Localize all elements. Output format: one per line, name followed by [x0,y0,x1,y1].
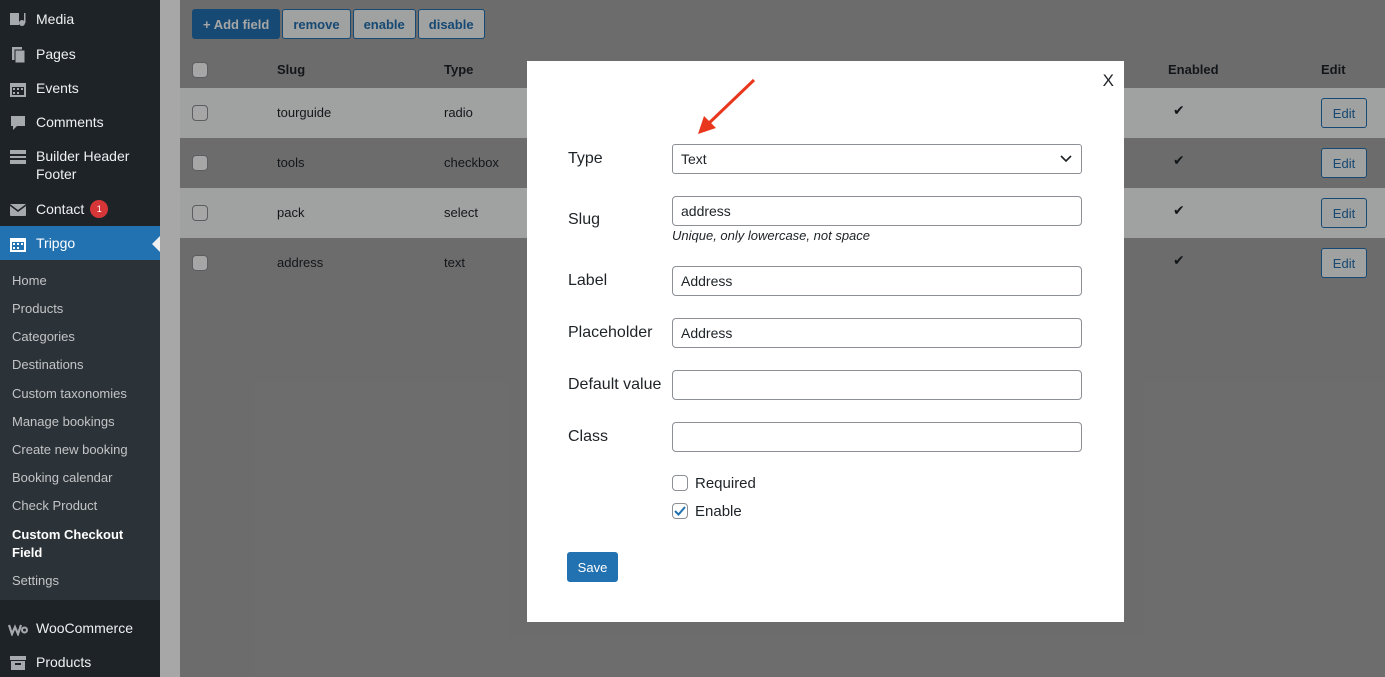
submenu-item-create-new-booking[interactable]: Create new booking [12,441,128,459]
calendar-icon [8,234,28,254]
slug-hint: Unique, only lowercase, not space [672,228,871,243]
submenu-item-booking-calendar[interactable]: Booking calendar [12,469,112,487]
sidebar-item-products[interactable]: Products [0,653,160,673]
save-button[interactable]: Save [567,552,618,582]
calendar-icon [8,79,28,99]
sidebar-item-pages[interactable]: Pages [0,45,160,65]
placeholder-input[interactable] [672,318,1082,348]
sidebar-item-woocommerce[interactable]: WooCommerce [0,619,160,639]
label-input[interactable] [672,266,1082,296]
archive-icon [8,653,28,673]
sidebar-item-media[interactable]: Media [0,10,160,30]
default-value-label: Default value [568,376,662,393]
pages-icon [8,45,28,65]
submenu-item-check-product[interactable]: Check Product [12,497,97,515]
edit-field-modal: X Type Text Slug Unique, only lowercase,… [527,61,1124,622]
default-value-input[interactable] [672,370,1082,400]
type-select-value: Text [681,151,707,167]
mail-icon [8,200,28,220]
submenu-item-categories[interactable]: Categories [12,328,75,346]
label-label: Label [568,272,608,289]
placeholder-label: Placeholder [568,324,653,341]
type-select[interactable]: Text [672,144,1082,174]
submenu-item-home[interactable]: Home [12,272,47,290]
chevron-down-icon [1059,151,1073,167]
admin-sidebar: Media Pages Events Comments Builder Head… [0,0,160,677]
class-label: Class [568,428,609,445]
enable-label: Enable [695,503,742,520]
required-label: Required [695,475,756,492]
required-checkbox[interactable] [672,475,688,491]
sidebar-item-comments[interactable]: Comments [0,113,160,133]
type-label: Type [568,150,603,167]
submenu-item-settings[interactable]: Settings [12,572,59,590]
tripgo-submenu: Home Products Categories Destinations Cu… [0,260,160,600]
submenu-item-destinations[interactable]: Destinations [12,356,84,374]
enable-checkbox[interactable] [672,503,688,519]
sidebar-item-tripgo[interactable]: Tripgo [0,226,160,260]
annotation-arrow-icon [698,78,756,134]
submenu-item-custom-checkout-field[interactable]: Custom Checkout Field [12,526,142,562]
slug-label: Slug [568,211,601,228]
notification-badge: 1 [90,200,109,218]
content-gutter [160,0,180,677]
submenu-item-custom-taxonomies[interactable]: Custom taxonomies [12,385,127,403]
sidebar-item-events[interactable]: Events [0,79,160,99]
woocommerce-icon [8,619,28,639]
builder-icon [8,147,28,167]
sidebar-item-contact[interactable]: Contact 1 [0,200,160,220]
submenu-item-products[interactable]: Products [12,300,63,318]
active-menu-arrow [152,236,160,252]
slug-input[interactable] [672,196,1082,226]
media-icon [8,10,28,30]
class-input[interactable] [672,422,1082,452]
sidebar-item-builder-header-footer[interactable]: Builder Header Footer [0,147,160,183]
checkmark-icon [674,506,686,516]
close-button[interactable]: X [1103,71,1114,91]
comments-icon [8,113,28,133]
submenu-item-manage-bookings[interactable]: Manage bookings [12,413,115,431]
